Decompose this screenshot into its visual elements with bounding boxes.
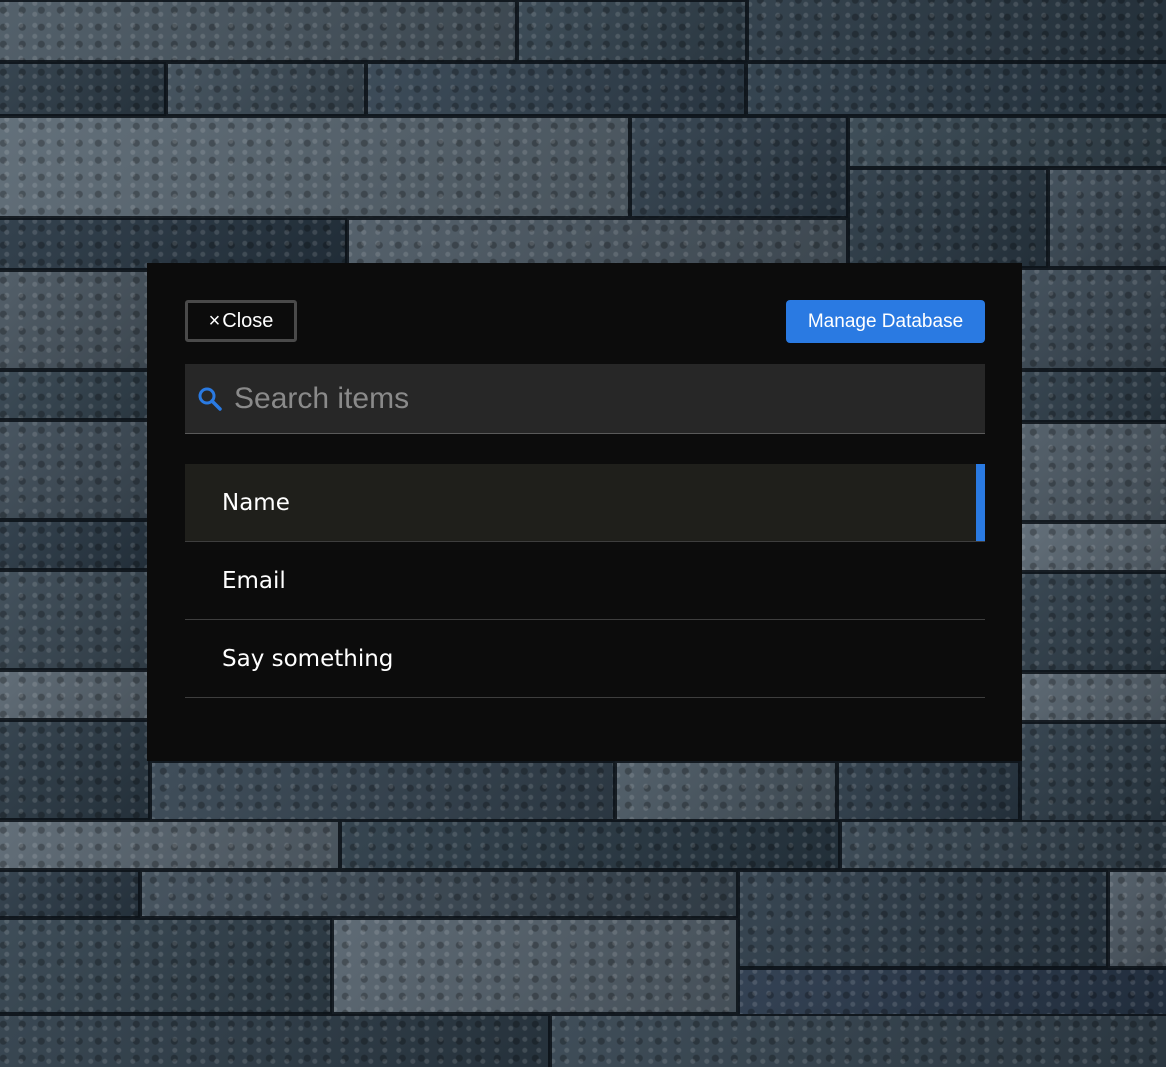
list-item-label: Name (222, 489, 290, 516)
manage-database-label: Manage Database (807, 310, 964, 332)
item-list: Name Email Say something (185, 464, 985, 698)
list-item-say-something[interactable]: Say something (185, 620, 985, 698)
close-button[interactable]: × Close (185, 300, 297, 342)
list-item-email[interactable]: Email (185, 542, 985, 620)
item-picker-dialog: × Close Manage Database Name Email Say s… (147, 263, 1022, 761)
search-bar (185, 363, 985, 434)
close-button-label: Close (222, 309, 274, 332)
search-input[interactable] (225, 363, 985, 434)
list-item-label: Say something (222, 645, 394, 672)
close-icon: × (208, 309, 221, 332)
manage-database-button[interactable]: Manage Database (786, 300, 985, 343)
search-icon (195, 384, 225, 414)
list-item-label: Email (222, 567, 286, 594)
list-item-name[interactable]: Name (185, 464, 985, 542)
